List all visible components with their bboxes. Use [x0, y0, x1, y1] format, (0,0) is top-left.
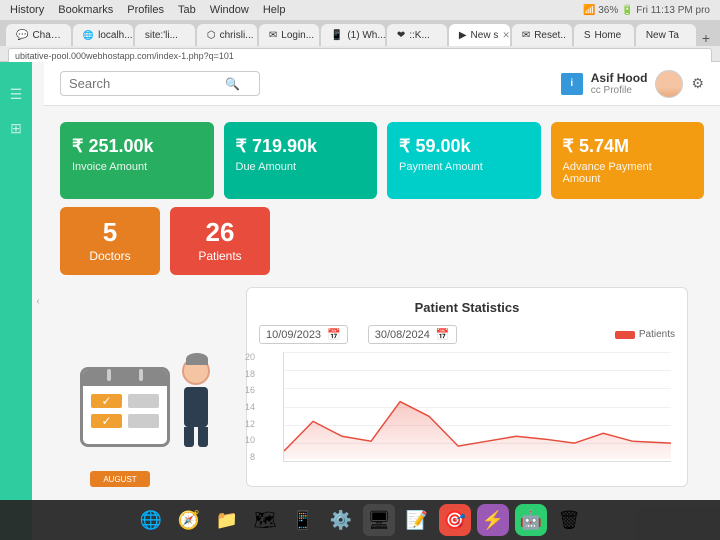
invoice-label: Invoice Amount [72, 161, 202, 173]
chart-line-svg [284, 352, 671, 461]
due-amount: ₹ 719.90k [236, 136, 366, 157]
user-info: Asif Hood cc Profile [591, 71, 648, 96]
calendar-icon: 📅 [327, 328, 341, 341]
search-box[interactable]: 🔍 [60, 71, 260, 96]
legend-color-patients [615, 331, 635, 339]
patients-count: 26 [190, 219, 250, 245]
patients-label: Patients [190, 249, 250, 263]
dock-appstore[interactable]: 📱 [287, 504, 319, 536]
top-bar: 🔍 i Asif Hood cc Profile ⚙ [44, 62, 720, 106]
doctors-label: Doctors [80, 249, 140, 263]
tabs-bar: 💬ChatGl... 🌐localh... site:'li... ⬡chris… [0, 20, 720, 46]
menu-profiles[interactable]: Profiles [127, 4, 164, 16]
user-name: Asif Hood [591, 71, 648, 85]
calendar-icon: 📅 [436, 328, 450, 341]
dock-trash[interactable]: 🗑 [553, 504, 585, 536]
chart-container: 20 18 16 14 12 10 8 [259, 352, 675, 462]
y-axis: 20 18 16 14 12 10 8 [235, 352, 255, 462]
browser-tab[interactable]: ✉Login... [259, 24, 319, 46]
dock-android[interactable]: 🤖 [515, 504, 547, 536]
advance-label: Advance Payment Amount [563, 161, 693, 185]
stat-card-advance: ₹ 5.74M Advance Payment Amount [551, 122, 705, 199]
sidebar: ☰ ⊞ [0, 62, 32, 540]
dock-settings[interactable]: ⚙️ [325, 504, 357, 536]
bottom-button[interactable]: AUGUST [90, 471, 150, 487]
payment-amount: ₹ 59.00k [399, 136, 529, 157]
browser-tab[interactable]: 🌐localh... [73, 24, 133, 46]
illustration-area: ✓ ✓ [70, 357, 210, 487]
due-label: Due Amount [236, 161, 366, 173]
doctors-count: 5 [80, 219, 140, 245]
stats-row: ₹ 251.00k Invoice Amount ₹ 719.90k Due A… [44, 106, 720, 207]
dock-chrome[interactable]: 🌐 [135, 504, 167, 536]
date-to-value: 30/08/2024 [375, 329, 430, 341]
browser-tab[interactable]: New Ta [636, 24, 696, 46]
count-card-doctors: 5 Doctors [60, 207, 160, 275]
user-section: i Asif Hood cc Profile ⚙ [561, 70, 704, 98]
browser-tab[interactable]: ⬡chrisli... [197, 24, 257, 46]
invoice-amount: ₹ 251.00k [72, 136, 202, 157]
dock-design[interactable]: 🎯 [439, 504, 471, 536]
illustration: ✓ ✓ [60, 287, 220, 487]
search-icon: 🔍 [225, 77, 240, 91]
dock-notes[interactable]: 📝 [401, 504, 433, 536]
chart-title: Patient Statistics [259, 300, 675, 315]
sidebar-grid-icon[interactable]: ⊞ [4, 116, 28, 140]
payment-label: Payment Amount [399, 161, 529, 173]
menu-bar: History Bookmarks Profiles Tab Window He… [0, 0, 720, 20]
main-content: 🔍 i Asif Hood cc Profile ⚙ ₹ 251.00k Inv… [44, 62, 720, 540]
chart-section: Patient Statistics 10/09/2023 📅 30/08/20… [246, 287, 688, 487]
dock-zap[interactable]: ⚡ [477, 504, 509, 536]
browser-tab[interactable]: 💬ChatGl... [6, 24, 71, 46]
browser-tab[interactable]: ✉Reset.. [512, 24, 572, 46]
character-figure [182, 357, 210, 447]
menu-bookmarks[interactable]: Bookmarks [58, 4, 113, 16]
stat-card-due: ₹ 719.90k Due Amount [224, 122, 378, 199]
menu-help[interactable]: Help [263, 4, 286, 16]
dock-finder[interactable]: 📁 [211, 504, 243, 536]
dock-safari[interactable]: 🧭 [173, 504, 205, 536]
stat-card-payment: ₹ 59.00k Payment Amount [387, 122, 541, 199]
browser-tab[interactable]: SHome [574, 24, 634, 46]
dock-maps[interactable]: 🗺 [249, 504, 281, 536]
stat-card-invoice: ₹ 251.00k Invoice Amount [60, 122, 214, 199]
chart-legend: Patients [615, 329, 675, 340]
count-row: 5 Doctors 26 Patients [44, 207, 720, 287]
new-tab-button[interactable]: + [698, 30, 714, 46]
legend-label-patients: Patients [639, 329, 675, 340]
date-from-value: 10/09/2023 [266, 329, 321, 341]
count-card-patients: 26 Patients [170, 207, 270, 275]
browser-tab-active[interactable]: ▶New s✕ [449, 24, 510, 46]
search-input[interactable] [69, 76, 219, 91]
browser-tab[interactable]: 📱(1) Wh... [321, 24, 385, 46]
sidebar-chevron[interactable]: ‹ [32, 62, 44, 540]
menu-history[interactable]: History [10, 4, 44, 16]
advance-amount: ₹ 5.74M [563, 136, 693, 157]
avatar [655, 70, 683, 98]
date-from-input[interactable]: 10/09/2023 📅 [259, 325, 348, 344]
chart-controls: 10/09/2023 📅 30/08/2024 📅 Patients [259, 325, 675, 344]
taskbar: 🌐 🧭 📁 🗺 📱 ⚙️ 🖥 📝 🎯 ⚡ 🤖 🗑 [0, 500, 720, 540]
date-to-input[interactable]: 30/08/2024 📅 [368, 325, 457, 344]
browser-tab[interactable]: ❤::K... [387, 24, 447, 46]
chart-row: ✓ ✓ [44, 287, 720, 503]
user-role: cc Profile [591, 85, 648, 96]
gear-icon[interactable]: ⚙ [691, 75, 704, 92]
url-text: ubitative-pool.000webhostapp.com/index-1… [15, 51, 234, 61]
calendar-icon: ✓ ✓ [80, 367, 170, 447]
sidebar-menu-icon[interactable]: ☰ [4, 82, 28, 106]
browser-tab[interactable]: site:'li... [135, 24, 195, 46]
dock-terminal[interactable]: 🖥 [363, 504, 395, 536]
browser-chrome: History Bookmarks Profiles Tab Window He… [0, 0, 720, 62]
menu-window[interactable]: Window [210, 4, 249, 16]
menu-tab[interactable]: Tab [178, 4, 196, 16]
chart-area [283, 352, 671, 462]
user-icon-box: i [561, 73, 583, 95]
avatar-face [656, 70, 682, 98]
